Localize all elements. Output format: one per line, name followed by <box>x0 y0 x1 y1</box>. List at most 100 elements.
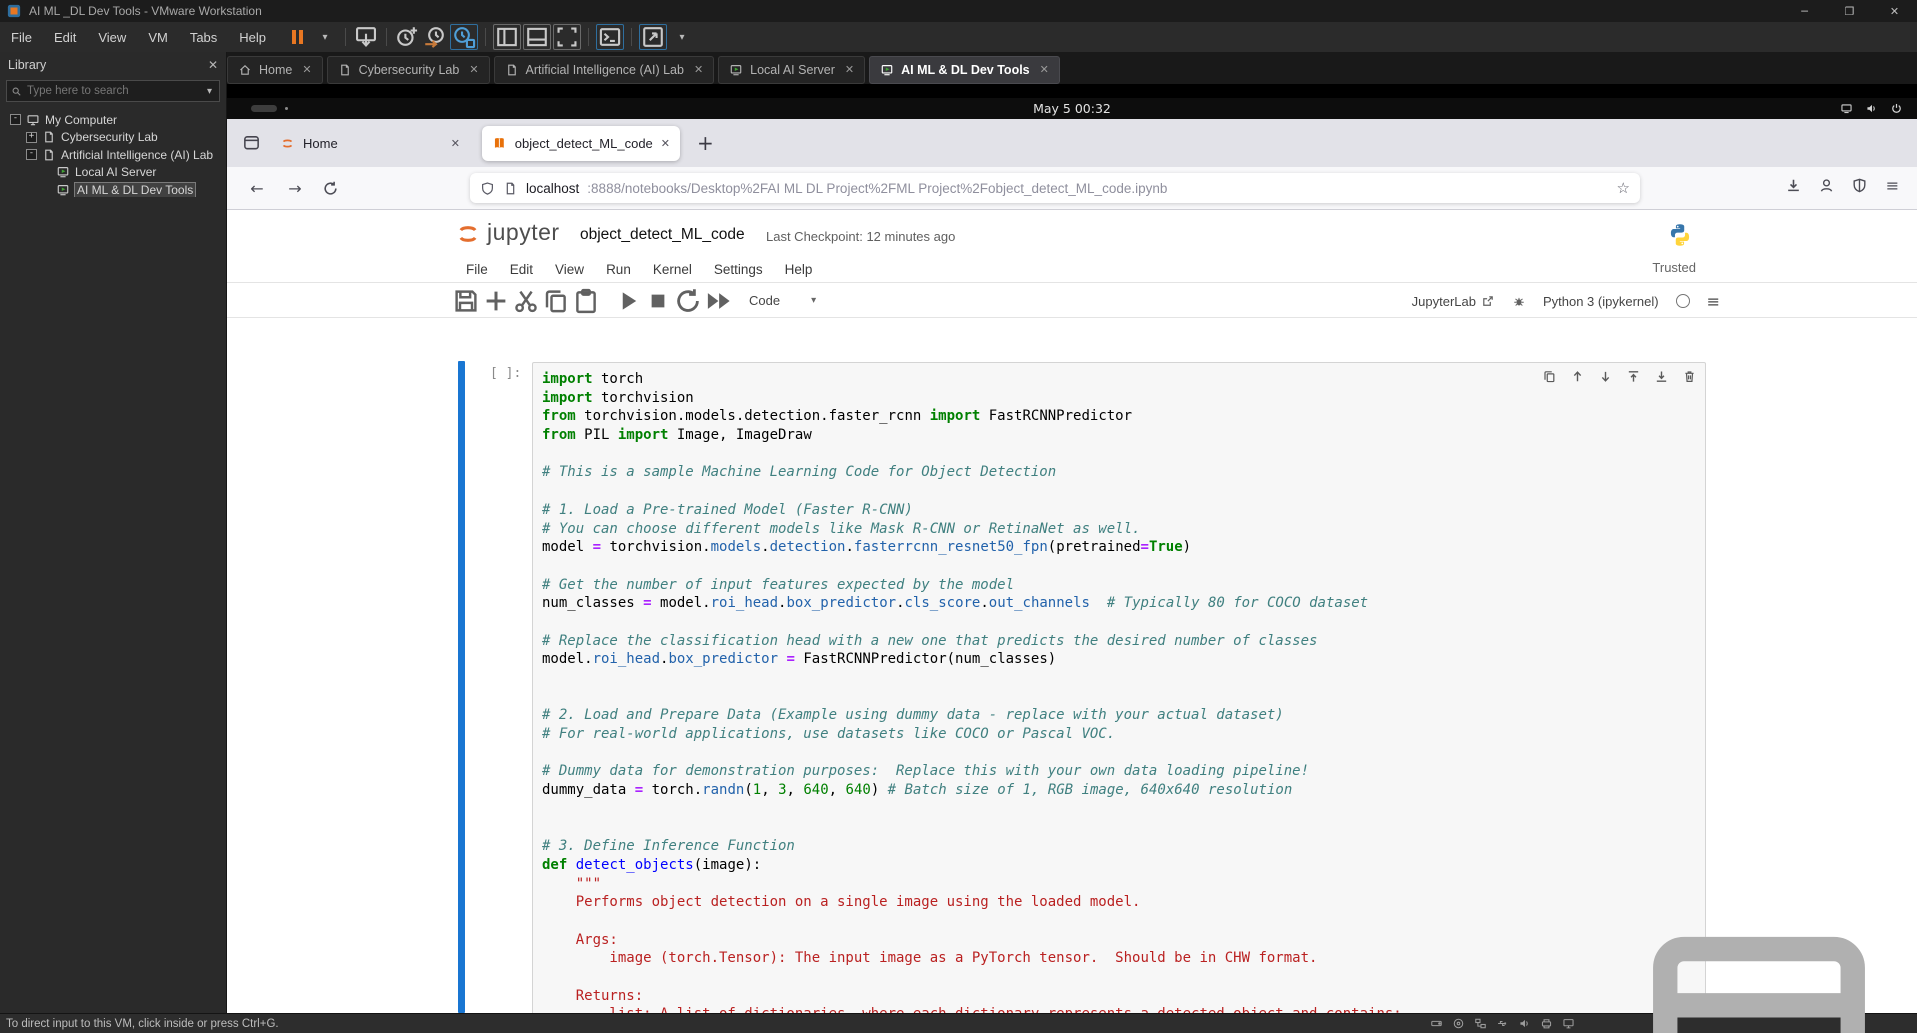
vmware-menu-tabs[interactable]: Tabs <box>179 30 228 45</box>
jupyter-menu-kernel[interactable]: Kernel <box>642 262 703 277</box>
restart-kernel-icon[interactable] <box>673 288 703 313</box>
volume-icon[interactable] <box>1865 102 1878 115</box>
activities-pill[interactable] <box>251 105 277 112</box>
fullscreen-button[interactable] <box>553 24 582 50</box>
code-content[interactable]: import torch import torchvision from torch… <box>542 370 1701 1013</box>
menu-icon[interactable]: ≡ <box>1884 176 1901 195</box>
vmware-menu-file[interactable]: File <box>0 30 43 45</box>
tab-close-icon[interactable]: ✕ <box>451 137 460 150</box>
insert-cell-above-icon[interactable] <box>1626 369 1641 384</box>
vmware-menu-help[interactable]: Help <box>228 30 277 45</box>
pause-vm-button[interactable] <box>284 25 310 49</box>
restart-run-all-icon[interactable] <box>703 289 733 313</box>
move-cell-up-icon[interactable] <box>1570 369 1585 384</box>
run-cell-icon[interactable] <box>613 289 643 313</box>
tree-expander-icon[interactable]: - <box>26 149 37 160</box>
vm-tab-local-ai-server[interactable]: Local AI Server ✕ <box>718 55 866 84</box>
vm-tab-cybersecurity-lab[interactable]: Cybersecurity Lab ✕ <box>326 55 490 84</box>
guest-clock[interactable]: May 5 00:32 <box>1033 101 1111 116</box>
message-log-icon[interactable] <box>1609 874 1909 1033</box>
firefox-tab-home[interactable]: Home ✕ <box>270 126 470 161</box>
downloads-icon[interactable] <box>1785 177 1802 194</box>
cut-cell-icon[interactable] <box>511 289 541 313</box>
vm-tab-ai-ml-dl-dev-tools[interactable]: AI ML & DL Dev Tools ✕ <box>869 55 1060 84</box>
tab-close-icon[interactable]: ✕ <box>694 63 703 76</box>
paste-cell-icon[interactable] <box>571 288 601 313</box>
snapshot-manager-button[interactable] <box>450 24 479 50</box>
tab-close-icon[interactable]: ✕ <box>302 63 311 76</box>
vmware-menu-view[interactable]: View <box>87 30 137 45</box>
firefox-view-icon[interactable] <box>242 133 261 152</box>
search-dropdown-icon[interactable]: ▾ <box>204 86 215 97</box>
library-item-local-ai-server[interactable]: Local AI Server <box>0 165 226 180</box>
jupyter-menu-view[interactable]: View <box>544 262 595 277</box>
firefox-tab-object-detect-ml-code[interactable]: object_detect_ML_code ✕ <box>482 126 680 161</box>
notebook-title[interactable]: object_detect_ML_code <box>580 226 745 244</box>
tab-close-icon[interactable]: ✕ <box>469 63 478 76</box>
account-icon[interactable] <box>1818 177 1835 194</box>
extensions-icon[interactable] <box>1851 177 1868 194</box>
show-thumbnail-bar-button[interactable] <box>523 24 552 50</box>
bookmark-star-icon[interactable]: ☆ <box>1617 179 1630 197</box>
jupyter-menu-run[interactable]: Run <box>595 262 642 277</box>
tree-expander-icon[interactable]: - <box>10 114 21 125</box>
move-cell-down-icon[interactable] <box>1598 369 1613 384</box>
debugger-bug-icon[interactable] <box>1512 294 1526 308</box>
tab-close-icon[interactable]: ✕ <box>1040 63 1049 76</box>
autosize-dropdown[interactable]: ▾ <box>669 25 695 49</box>
library-search-input[interactable]: Type here to search ▾ <box>6 80 220 102</box>
revert-snapshot-button[interactable] <box>422 25 448 49</box>
save-icon[interactable] <box>451 289 481 313</box>
close-button[interactable]: ✕ <box>1872 0 1917 22</box>
autosize-button[interactable] <box>639 24 668 50</box>
reload-icon[interactable] <box>322 180 339 197</box>
kernel-name[interactable]: Python 3 (ipykernel) <box>1543 294 1659 309</box>
usb-icon[interactable] <box>1496 1017 1509 1030</box>
jupyter-menu-settings[interactable]: Settings <box>703 262 774 277</box>
stop-kernel-icon[interactable] <box>643 289 673 313</box>
library-item-ai-ml-dl-dev-tools[interactable]: AI ML & DL Dev Tools <box>0 182 226 197</box>
jupyter-menu-edit[interactable]: Edit <box>499 262 544 277</box>
network-icon[interactable] <box>1474 1017 1487 1030</box>
url-bar[interactable]: localhost:8888/notebooks/Desktop%2FAI ML… <box>470 173 1640 203</box>
power-icon[interactable] <box>1890 102 1903 115</box>
jupyter-menu-file[interactable]: File <box>455 262 499 277</box>
new-tab-button[interactable]: + <box>697 131 714 155</box>
sound-icon[interactable] <box>1518 1017 1531 1030</box>
back-button[interactable]: ← <box>245 176 269 200</box>
printer-icon[interactable] <box>1540 1017 1553 1030</box>
cdrom-icon[interactable] <box>1452 1017 1465 1030</box>
library-close-icon[interactable]: ✕ <box>208 58 218 72</box>
page-info-icon[interactable] <box>503 181 518 196</box>
hard-disk-icon[interactable] <box>1430 1017 1443 1030</box>
duplicate-cell-icon[interactable] <box>1542 369 1557 384</box>
code-cell-editor[interactable]: import torch import torchvision from torch… <box>532 362 1706 1013</box>
vm-tab-artificial-intelligence-ai-lab[interactable]: Artificial Intelligence (AI) Lab ✕ <box>493 55 715 84</box>
show-library-button[interactable] <box>493 24 522 50</box>
tab-close-icon[interactable]: ✕ <box>661 137 670 150</box>
notification-menu-icon[interactable]: ≡ <box>1707 292 1720 311</box>
screen-cast-icon[interactable] <box>1840 102 1853 115</box>
send-ctrl-alt-del-button[interactable] <box>353 25 379 49</box>
jupyter-menu-help[interactable]: Help <box>774 262 824 277</box>
delete-cell-icon[interactable] <box>1682 369 1697 384</box>
copy-cell-icon[interactable] <box>541 289 571 313</box>
cell-type-dropdown[interactable]: Code ▾ <box>749 293 819 308</box>
vmware-menu-vm[interactable]: VM <box>137 30 179 45</box>
library-item-artificial-intelligence-ai-lab[interactable]: - Artificial Intelligence (AI) Lab <box>0 147 226 162</box>
insert-cell-below-icon[interactable] <box>1654 369 1669 384</box>
jupyterlab-link[interactable]: JupyterLab <box>1412 294 1495 309</box>
forward-button[interactable]: → <box>283 176 307 200</box>
console-view-button[interactable] <box>596 24 625 50</box>
pause-options-dropdown[interactable]: ▾ <box>312 25 338 49</box>
maximize-button[interactable]: ❐ <box>1827 0 1872 22</box>
vm-tab-home[interactable]: Home ✕ <box>227 55 323 84</box>
jupyter-brand[interactable]: jupyter <box>487 219 560 246</box>
tree-expander-icon[interactable]: + <box>26 131 37 143</box>
shield-icon[interactable] <box>480 181 495 196</box>
library-item-cybersecurity-lab[interactable]: + Cybersecurity Lab <box>0 130 226 145</box>
take-snapshot-button[interactable] <box>394 25 420 49</box>
tab-close-icon[interactable]: ✕ <box>845 63 854 76</box>
display-icon[interactable] <box>1562 1017 1575 1030</box>
add-cell-icon[interactable] <box>481 289 511 313</box>
